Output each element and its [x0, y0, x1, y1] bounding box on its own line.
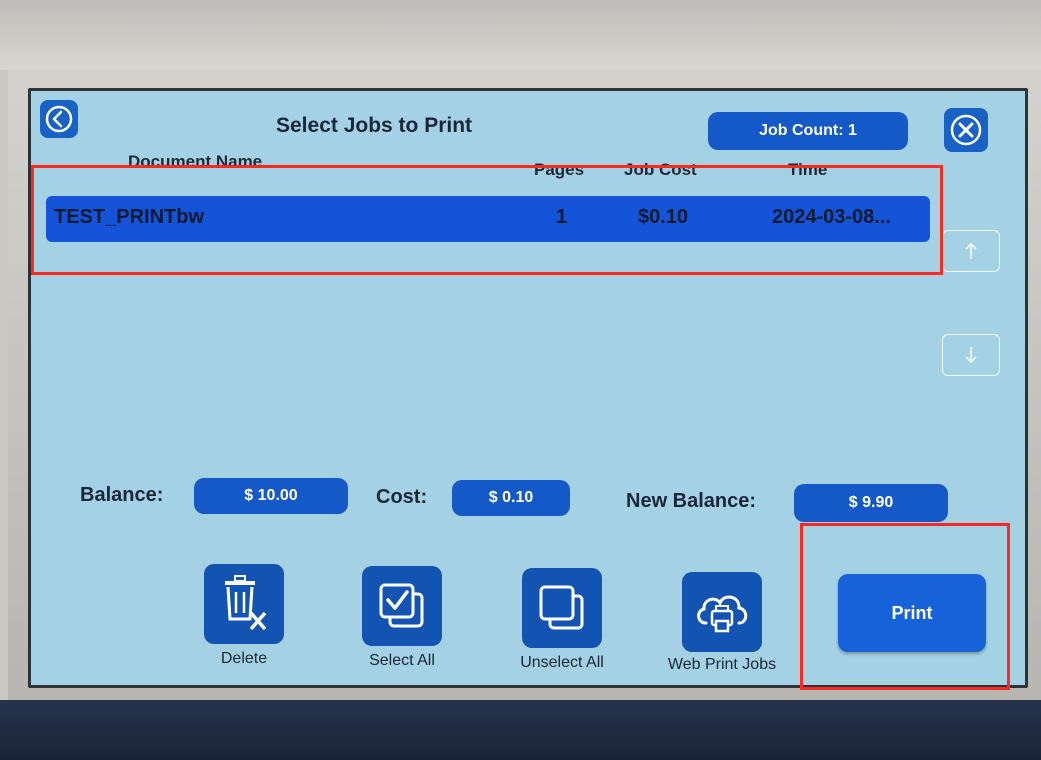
select-all-label: Select All [369, 652, 435, 669]
scroll-down-button[interactable] [942, 334, 1000, 376]
balance-label: Balance: [80, 484, 164, 506]
job-pages: 1 [556, 206, 568, 228]
close-icon [950, 114, 982, 146]
checkbox-icon [379, 583, 424, 628]
select-all-icon-tile [362, 566, 442, 646]
web-print-jobs-label: Web Print Jobs [667, 656, 777, 673]
cost-value: $ 0.10 [452, 480, 570, 516]
job-time: 2024-03-08... [772, 206, 891, 228]
back-button[interactable] [40, 100, 78, 138]
job-cost: $0.10 [638, 206, 689, 228]
select-all-button[interactable] [362, 566, 442, 646]
unselect-all-icon-tile [522, 568, 602, 648]
job-count-badge: Job Count: 1 [708, 112, 908, 150]
arrow-up-icon [965, 242, 977, 259]
new-balance-value: $ 9.90 [794, 484, 948, 522]
delete-button[interactable] [204, 564, 284, 644]
squares-icon [539, 585, 584, 630]
device-base [0, 700, 1041, 760]
trash-icon [225, 575, 267, 631]
print-button[interactable]: Print [838, 574, 986, 652]
back-arrow-icon [45, 105, 73, 133]
page-title: Select Jobs to Print [276, 114, 473, 137]
new-balance-label: New Balance: [626, 490, 757, 512]
kiosk-screen: Select Jobs to Print Job Count: 1 Docume… [28, 88, 1028, 688]
column-header-job-cost: Job Cost [624, 160, 697, 179]
cloud-printer-icon [697, 595, 748, 633]
arrow-down-icon [965, 347, 977, 364]
web-print-jobs-button[interactable] [682, 572, 762, 652]
web-print-icon-tile [682, 572, 762, 652]
column-header-time: Time [788, 160, 828, 179]
balance-value: $ 10.00 [194, 478, 348, 514]
cost-label: Cost: [376, 486, 428, 508]
job-name: TEST_PRINTbw [54, 206, 205, 228]
delete-label: Delete [220, 650, 268, 667]
delete-icon-tile [204, 564, 284, 644]
unselect-all-label: Unselect All [520, 654, 604, 671]
scroll-up-button[interactable] [942, 230, 1000, 272]
background-wall [0, 0, 1041, 70]
column-header-pages: Pages [534, 160, 585, 179]
close-button[interactable] [944, 108, 988, 152]
unselect-all-button[interactable] [522, 568, 602, 648]
table-row[interactable]: TEST_PRINTbw 1 $0.10 2024-03-08... [46, 196, 930, 242]
column-header-document-name: Document Name [128, 152, 263, 171]
